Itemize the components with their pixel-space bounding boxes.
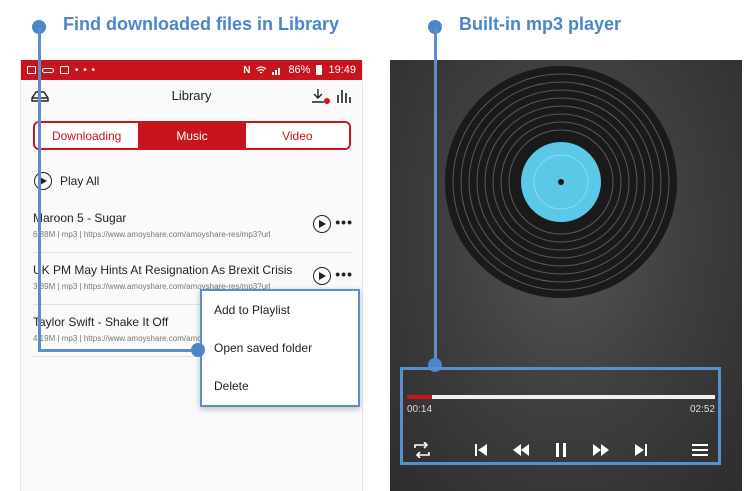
track-title: Taylor Swift - Shake It Off xyxy=(33,315,169,329)
library-callout-line xyxy=(38,349,200,352)
player-callout-line xyxy=(434,27,437,367)
track-context-menu: Add to Playlist Open saved folder Delete xyxy=(200,289,360,407)
signal-icon xyxy=(272,67,281,75)
nfc-icon: N xyxy=(243,64,251,76)
bag-notification-icon xyxy=(60,66,69,74)
library-callout-line xyxy=(38,27,41,351)
track-play-icon[interactable] xyxy=(313,267,331,285)
track-row[interactable]: Maroon 5 - Sugar 6.88M | mp3 | https://w… xyxy=(33,205,353,253)
vinyl-record-icon xyxy=(445,66,677,298)
battery-percent: 86% xyxy=(288,64,311,76)
track-title: Maroon 5 - Sugar xyxy=(33,211,127,225)
player-caption: Built-in mp3 player xyxy=(459,14,622,34)
wifi-icon xyxy=(256,66,267,74)
menu-item-add-to-playlist[interactable]: Add to Playlist xyxy=(202,291,358,329)
repeat-icon[interactable] xyxy=(412,440,432,460)
gallery-notification-icon xyxy=(27,66,36,74)
library-screen: • • • N 86% 19:49 Library Downloading Mu… xyxy=(20,60,363,491)
tab-music[interactable]: Music xyxy=(138,123,244,148)
fast-forward-icon[interactable] xyxy=(591,440,611,460)
current-time: 00:14 xyxy=(407,404,433,415)
tab-video[interactable]: Video xyxy=(243,123,349,148)
menu-item-delete[interactable]: Delete xyxy=(202,367,358,405)
promo-canvas: Find downloaded files in Library Built-i… xyxy=(0,0,750,491)
track-meta: 6.88M | mp3 | https://www.amoyshare.com/… xyxy=(33,230,271,239)
more-notifications-icon: • • • xyxy=(75,64,97,76)
battery-icon xyxy=(316,65,323,75)
key-notification-icon xyxy=(42,67,54,73)
menu-icon[interactable] xyxy=(690,440,710,460)
play-all-button[interactable]: Play All xyxy=(34,172,99,190)
seek-bar[interactable] xyxy=(407,395,715,399)
page-title: Library xyxy=(171,88,212,103)
play-all-icon xyxy=(34,172,52,190)
library-tabs: Downloading Music Video xyxy=(33,121,351,150)
skip-next-icon[interactable] xyxy=(631,440,651,460)
pause-icon[interactable] xyxy=(551,440,571,460)
skip-previous-icon[interactable] xyxy=(471,440,491,460)
seek-bar-fill xyxy=(407,395,432,399)
tab-downloading[interactable]: Downloading xyxy=(35,123,139,148)
status-time: 19:49 xyxy=(328,64,356,76)
rewind-icon[interactable] xyxy=(511,440,531,460)
library-callout-end-dot xyxy=(191,343,205,357)
play-all-label: Play All xyxy=(60,174,100,188)
status-bar: • • • N 86% 19:49 xyxy=(21,60,362,80)
menu-item-open-saved-folder[interactable]: Open saved folder xyxy=(202,329,358,367)
track-title: UK PM May Hints At Resignation As Brexit… xyxy=(33,263,293,277)
track-more-icon[interactable]: ••• xyxy=(335,266,353,282)
library-caption: Find downloaded files in Library xyxy=(63,14,340,34)
track-more-icon[interactable]: ••• xyxy=(335,214,353,230)
total-time: 02:52 xyxy=(689,404,715,415)
track-play-icon[interactable] xyxy=(313,215,331,233)
